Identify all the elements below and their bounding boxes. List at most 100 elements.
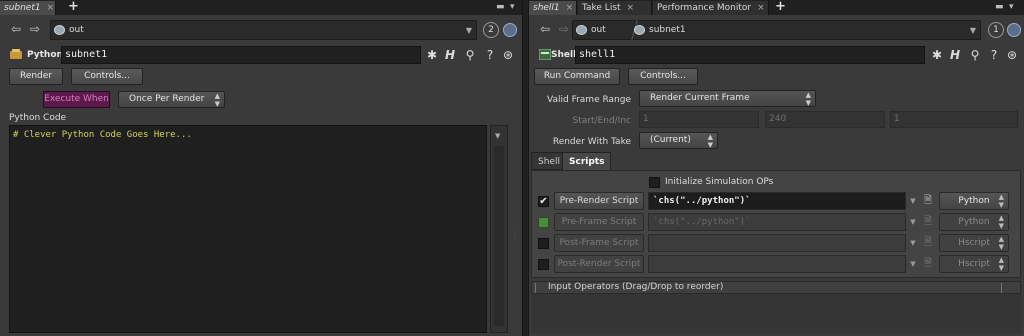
file-chooser-icon[interactable]: 🗎 <box>924 215 936 229</box>
tab-label: Performance Monitor <box>657 3 752 13</box>
resize-grip-icon[interactable]: ⋮⋮ <box>1013 230 1024 239</box>
post-render-script-toggle[interactable]: Post-Render Script <box>554 255 644 273</box>
gear-icon[interactable]: ✱ <box>930 47 944 63</box>
node-name-field[interactable]: shell1 <box>575 46 925 64</box>
add-tab-button[interactable]: + <box>68 0 79 15</box>
path-dropdown-icon[interactable]: ▼ <box>970 26 976 35</box>
pre-frame-dropdown-icon[interactable]: ▼ <box>906 213 920 231</box>
post-frame-dropdown-icon[interactable]: ▼ <box>906 234 920 252</box>
path-field[interactable]: out subnet1 ▼ <box>572 20 981 40</box>
pre-render-dropdown-icon[interactable]: ▼ <box>906 192 920 210</box>
pane-divider[interactable] <box>522 0 529 336</box>
tab-scripts[interactable]: Scripts <box>562 152 612 170</box>
post-render-checkbox[interactable] <box>538 259 549 270</box>
frame-range-menu[interactable]: Render Current Frame ▲ ▼ <box>639 90 816 107</box>
gear-icon[interactable]: ✱ <box>425 47 439 63</box>
pre-render-script-field[interactable]: `chs("../python")` <box>648 192 906 210</box>
start-frame-field[interactable]: 1 <box>639 111 759 128</box>
file-chooser-icon[interactable]: 🗎 <box>924 257 936 271</box>
tab-label: Take List <box>582 3 621 13</box>
info-icon[interactable]: ? <box>483 47 497 63</box>
inc-frame-field[interactable]: 1 <box>890 111 1018 128</box>
tab-take-list[interactable]: Take List × <box>578 1 652 15</box>
run-command-button[interactable]: Run Command <box>534 68 620 85</box>
post-render-dropdown-icon[interactable]: ▼ <box>906 255 920 273</box>
end-frame-field[interactable]: 240 <box>765 111 885 128</box>
link-icon[interactable] <box>1007 23 1021 37</box>
parameter-tabs: Shell Scripts <box>531 152 1022 170</box>
info-icon[interactable]: ? <box>987 47 1001 63</box>
tab-shell1[interactable]: shell1 × <box>529 1 577 15</box>
forward-arrow-icon[interactable]: ⇨ <box>28 22 42 36</box>
resize-grip-icon[interactable]: ⋮⋮ <box>511 230 522 239</box>
pre-frame-language-menu[interactable]: Python ▲ ▼ <box>939 213 1009 231</box>
settings-icon[interactable]: ⊛ <box>1005 47 1019 63</box>
post-frame-checkbox[interactable] <box>538 238 549 249</box>
post-frame-script-toggle[interactable]: Post-Frame Script <box>554 234 644 252</box>
node-name-field[interactable]: subnet1 <box>61 46 421 64</box>
path-dropdown-icon[interactable]: ▼ <box>466 26 472 35</box>
input-operators-list[interactable] <box>531 294 1021 334</box>
python-code-text: # Clever Python Code Goes Here... <box>13 130 192 140</box>
pane-layout-icon[interactable]: ▬ <box>496 3 506 12</box>
link-icon[interactable] <box>503 23 517 37</box>
subnet-icon <box>634 25 645 35</box>
render-button[interactable]: Render <box>9 68 63 85</box>
tab-subnet1[interactable]: subnet1 × <box>0 1 56 15</box>
controls-button[interactable]: Controls... <box>71 68 143 85</box>
post-frame-script-field[interactable] <box>648 234 906 252</box>
path-segment-out[interactable]: out <box>51 21 84 39</box>
close-tab-icon[interactable]: × <box>566 3 574 13</box>
pin-badge[interactable]: 1 <box>988 22 1004 38</box>
pre-frame-script-toggle[interactable]: Pre-Frame Script <box>554 213 644 231</box>
close-tab-icon[interactable]: × <box>627 3 635 13</box>
left-parameter-header: Python subnet1 ✱ H ⚲ ? ⊛ <box>0 44 522 66</box>
close-tab-icon[interactable]: × <box>47 3 55 13</box>
execute-when-menu[interactable]: Once Per Render ▲ ▼ <box>118 91 225 108</box>
pane-menu-icon[interactable]: ▾ <box>1009 3 1019 12</box>
scripts-panel: Initialize Simulation OPs ✔ Pre-Render S… <box>531 170 1021 278</box>
pane-menu-icon[interactable]: ▾ <box>510 3 520 12</box>
init-sim-label: Initialize Simulation OPs <box>665 177 774 187</box>
left-pane: subnet1 × + ▬ ▾ ⇦ ⇨ out ▼ 2 Python subnet… <box>0 0 522 336</box>
pane-layout-icon[interactable]: ▬ <box>995 3 1005 12</box>
python-code-editor[interactable]: # Clever Python Code Goes Here... <box>9 125 487 333</box>
scroll-menu-icon[interactable]: ▼ <box>495 132 500 140</box>
path-field[interactable]: out ▼ <box>50 20 477 40</box>
render-take-label: Render With Take <box>552 137 631 147</box>
back-arrow-icon[interactable]: ⇦ <box>538 22 552 36</box>
scroll-track[interactable] <box>494 146 504 326</box>
help-h-icon[interactable]: H <box>443 47 457 63</box>
pre-render-language-menu[interactable]: Python ▲ ▼ <box>939 192 1009 210</box>
pre-frame-checkbox[interactable] <box>538 217 549 228</box>
post-render-language-menu[interactable]: Hscript ▲ ▼ <box>939 255 1009 273</box>
search-icon[interactable]: ⚲ <box>968 47 982 63</box>
search-icon[interactable]: ⚲ <box>463 47 477 63</box>
pre-render-script-toggle[interactable]: Pre-Render Script <box>554 192 644 210</box>
add-tab-button[interactable]: + <box>775 0 786 15</box>
file-chooser-icon[interactable]: 🗎 <box>924 236 936 250</box>
post-frame-language-menu[interactable]: Hscript ▲ ▼ <box>939 234 1009 252</box>
code-scrollbar[interactable]: ▼ <box>490 125 508 333</box>
file-chooser-icon[interactable]: 🗎 <box>924 194 936 208</box>
menu-arrows-icon: ▲ ▼ <box>214 92 220 108</box>
help-h-icon[interactable]: H <box>948 47 962 63</box>
render-take-menu[interactable]: (Current) ▲ ▼ <box>639 132 718 149</box>
tab-performance-monitor[interactable]: Performance Monitor × <box>653 1 769 15</box>
network-icon <box>576 25 587 35</box>
path-segment-subnet1[interactable]: subnet1 <box>631 21 686 39</box>
pre-frame-script-field[interactable]: `chs("../python")` <box>648 213 906 231</box>
pin-badge[interactable]: 2 <box>483 22 499 38</box>
path-segment-out[interactable]: out <box>573 21 606 39</box>
shell-node-icon <box>539 49 551 60</box>
input-operators-header: Input Operators (Drag/Drop to reorder) <box>531 281 1021 294</box>
forward-arrow-icon[interactable]: ⇨ <box>557 22 571 36</box>
controls-button[interactable]: Controls... <box>628 68 698 85</box>
post-render-script-field[interactable] <box>648 255 906 273</box>
settings-icon[interactable]: ⊛ <box>501 47 515 63</box>
back-arrow-icon[interactable]: ⇦ <box>9 22 23 36</box>
pre-render-checkbox[interactable]: ✔ <box>538 196 549 207</box>
close-tab-icon[interactable]: × <box>757 3 765 13</box>
init-sim-checkbox[interactable] <box>649 177 660 188</box>
frame-range-label: Valid Frame Range <box>547 95 631 105</box>
